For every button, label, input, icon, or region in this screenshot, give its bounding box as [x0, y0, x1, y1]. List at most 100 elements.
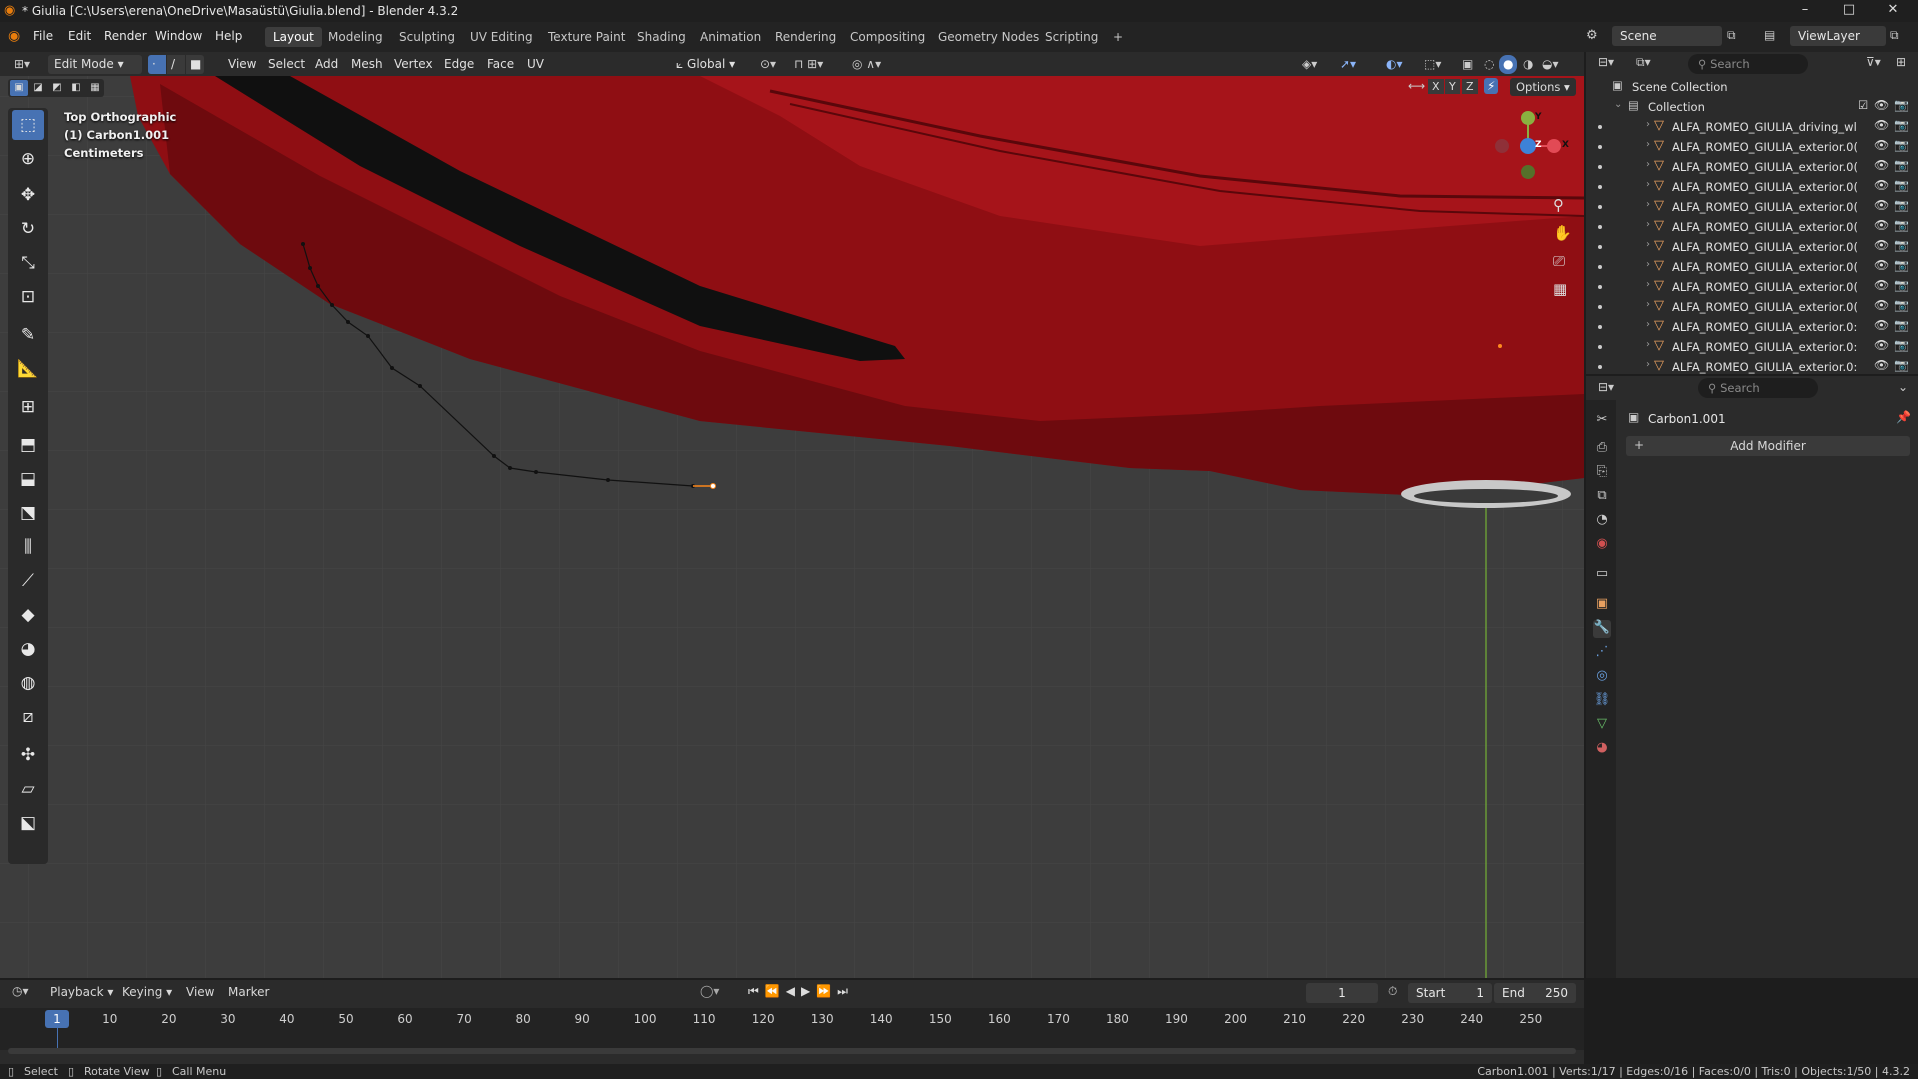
zoom-icon[interactable]: ⚲	[1553, 196, 1564, 214]
camera-icon[interactable]: 📷	[1894, 318, 1909, 332]
expand-icon[interactable]: ›	[1646, 339, 1650, 350]
add-workspace-button[interactable]: +	[1105, 27, 1131, 47]
auto-keying-icon[interactable]: ◯▾	[700, 984, 719, 998]
scene-selector[interactable]: Scene	[1612, 26, 1722, 46]
modifier-tab-icon[interactable]: 🔧	[1593, 620, 1611, 638]
visibility-dot[interactable]	[1598, 345, 1602, 349]
close-button[interactable]: ✕	[1882, 2, 1904, 20]
outliner-item[interactable]: › ▽ ALFA_ROMEO_GIULIA_exterior.0: 👁 📷	[1586, 337, 1918, 357]
menu-view[interactable]: View	[224, 55, 260, 74]
active-vertex[interactable]	[710, 483, 716, 489]
eye-icon[interactable]: 👁	[1874, 198, 1889, 212]
visibility-dot[interactable]	[1598, 145, 1602, 149]
select-new-icon[interactable]: ▣	[10, 80, 28, 96]
tab-rendering[interactable]: Rendering	[767, 27, 844, 47]
measure-icon[interactable]: 📐	[12, 354, 44, 384]
constraints-tab-icon[interactable]: ⛓	[1593, 692, 1611, 710]
collection-tab-icon[interactable]: ▭	[1593, 566, 1611, 584]
properties-search-input[interactable]: ⚲ Search	[1698, 378, 1818, 398]
mode-dropdown[interactable]: Edit Mode ▾	[48, 55, 142, 74]
camera-icon[interactable]: 📷	[1894, 118, 1909, 132]
xray-icon[interactable]: ▣	[1458, 55, 1477, 74]
expand-icon[interactable]: ›	[1646, 119, 1650, 130]
pivot-point-icon[interactable]: ⊙▾	[756, 55, 780, 74]
camera-icon[interactable]: 📷	[1894, 298, 1909, 312]
outliner-item[interactable]: › ▽ ALFA_ROMEO_GIULIA_driving_wl 👁 📷	[1586, 117, 1918, 137]
camera-view-icon[interactable]: ⎚	[1553, 252, 1565, 270]
collection-row[interactable]: ⌄ ▤ Collection ☑ 👁 📷	[1586, 97, 1918, 117]
menu-timeline-view[interactable]: View	[186, 985, 214, 999]
visibility-dot[interactable]	[1598, 165, 1602, 169]
output-tab-icon[interactable]: ⎘	[1593, 464, 1611, 482]
loop-cut-icon[interactable]: ⫼	[12, 532, 44, 562]
tab-geometry-nodes[interactable]: Geometry Nodes	[930, 27, 1047, 47]
expand-icon[interactable]: ›	[1646, 219, 1650, 230]
camera-icon[interactable]: 📷	[1894, 218, 1909, 232]
mirror-x-button[interactable]: X	[1428, 79, 1444, 94]
menu-mesh[interactable]: Mesh	[347, 55, 387, 74]
visibility-dot[interactable]	[1598, 285, 1602, 289]
minimize-button[interactable]: –	[1794, 2, 1816, 20]
eye-icon[interactable]: 👁	[1874, 158, 1889, 172]
expand-icon[interactable]: ›	[1646, 259, 1650, 270]
menu-window[interactable]: Window	[155, 29, 202, 43]
select-invert-icon[interactable]: ◧	[67, 80, 85, 96]
object-tab-icon[interactable]: ▣	[1593, 596, 1611, 614]
visibility-icon[interactable]: ◈▾	[1298, 55, 1321, 74]
mirror-z-button[interactable]: Z	[1462, 79, 1478, 94]
outliner-item[interactable]: › ▽ ALFA_ROMEO_GIULIA_exterior.0(👁 📷	[1586, 237, 1918, 257]
shrink-fatten-icon[interactable]: ✣	[12, 740, 44, 770]
select-subtract-icon[interactable]: ◩	[48, 80, 66, 96]
visibility-dot[interactable]	[1598, 325, 1602, 329]
scene-icon[interactable]: ⚙	[1586, 28, 1598, 43]
tab-compositing[interactable]: Compositing	[842, 27, 933, 47]
properties-options-icon[interactable]: ⌄	[1898, 380, 1908, 394]
camera-icon[interactable]: 📷	[1894, 358, 1909, 372]
end-frame-field[interactable]: End 250	[1494, 983, 1576, 1003]
shear-icon[interactable]: ▱	[12, 774, 44, 804]
eye-icon[interactable]: 👁	[1874, 298, 1889, 312]
tab-scripting[interactable]: Scripting	[1037, 27, 1106, 47]
outliner-item[interactable]: › ▽ ALFA_ROMEO_GIULIA_exterior.0(👁 📷	[1586, 137, 1918, 157]
menu-edit[interactable]: Edit	[68, 29, 91, 43]
outliner-item[interactable]: › ▽ ALFA_ROMEO_GIULIA_exterior.0: 👁 📷	[1586, 357, 1918, 377]
eye-icon[interactable]: 👁	[1874, 218, 1889, 232]
options-dropdown[interactable]: Options ▾	[1510, 78, 1576, 96]
stopwatch-icon[interactable]: ⏱	[1388, 984, 1397, 999]
new-scene-icon[interactable]: ⧉	[1727, 28, 1736, 43]
checkbox-icon[interactable]: ☑	[1858, 98, 1868, 112]
camera-icon[interactable]: 📷	[1894, 258, 1909, 272]
render-tab-icon[interactable]: ⎙	[1593, 440, 1611, 458]
menu-marker[interactable]: Marker	[228, 985, 269, 999]
vertex-select-mode-icon[interactable]: ·	[148, 55, 166, 74]
outliner-item[interactable]: › ▽ ALFA_ROMEO_GIULIA_exterior.0(👁 📷	[1586, 277, 1918, 297]
proportional-editing-icon[interactable]: ◎ ∧▾	[848, 55, 885, 74]
camera-icon[interactable]: 📷	[1894, 338, 1909, 352]
edge-slide-icon[interactable]: ⧄	[12, 702, 44, 732]
3d-viewport[interactable]: ▣ ◪ ◩ ◧ ▦ Top Orthographic (1) Carbon1.0…	[0, 76, 1584, 978]
select-extend-icon[interactable]: ◪	[29, 80, 47, 96]
expand-icon[interactable]: ›	[1646, 199, 1650, 210]
add-cube-icon[interactable]: ⊞	[12, 392, 44, 422]
poly-build-icon[interactable]: ◆	[12, 600, 44, 630]
knife-icon[interactable]: ⟋	[12, 566, 44, 596]
outliner-item[interactable]: › ▽ ALFA_ROMEO_GIULIA_exterior.0(👁 📷	[1586, 197, 1918, 217]
properties-editor-icon[interactable]: ⊟▾	[1598, 380, 1614, 394]
eye-icon[interactable]: 👁	[1874, 98, 1889, 112]
visibility-dot[interactable]	[1598, 125, 1602, 129]
tab-shading[interactable]: Shading	[629, 27, 694, 47]
cursor-icon[interactable]: ⊕	[12, 144, 44, 174]
transform-icon[interactable]: ⊡	[12, 282, 44, 312]
material-tab-icon[interactable]: ◕	[1593, 740, 1611, 758]
visibility-dot[interactable]	[1598, 225, 1602, 229]
pin-icon[interactable]: 📌	[1896, 410, 1911, 424]
inset-icon[interactable]: ⬓	[12, 464, 44, 494]
current-frame-field[interactable]: 1	[1306, 983, 1378, 1003]
menu-vertex[interactable]: Vertex	[390, 55, 437, 74]
camera-icon[interactable]: 📷	[1894, 278, 1909, 292]
outliner-item[interactable]: › ▽ ALFA_ROMEO_GIULIA_exterior.0(👁 📷	[1586, 177, 1918, 197]
new-collection-icon[interactable]: ⊞	[1896, 55, 1906, 69]
scene-collection-row[interactable]: ▣ Scene Collection	[1586, 77, 1918, 97]
playhead[interactable]: 1	[45, 1010, 69, 1028]
data-tab-icon[interactable]: ▽	[1593, 716, 1611, 734]
